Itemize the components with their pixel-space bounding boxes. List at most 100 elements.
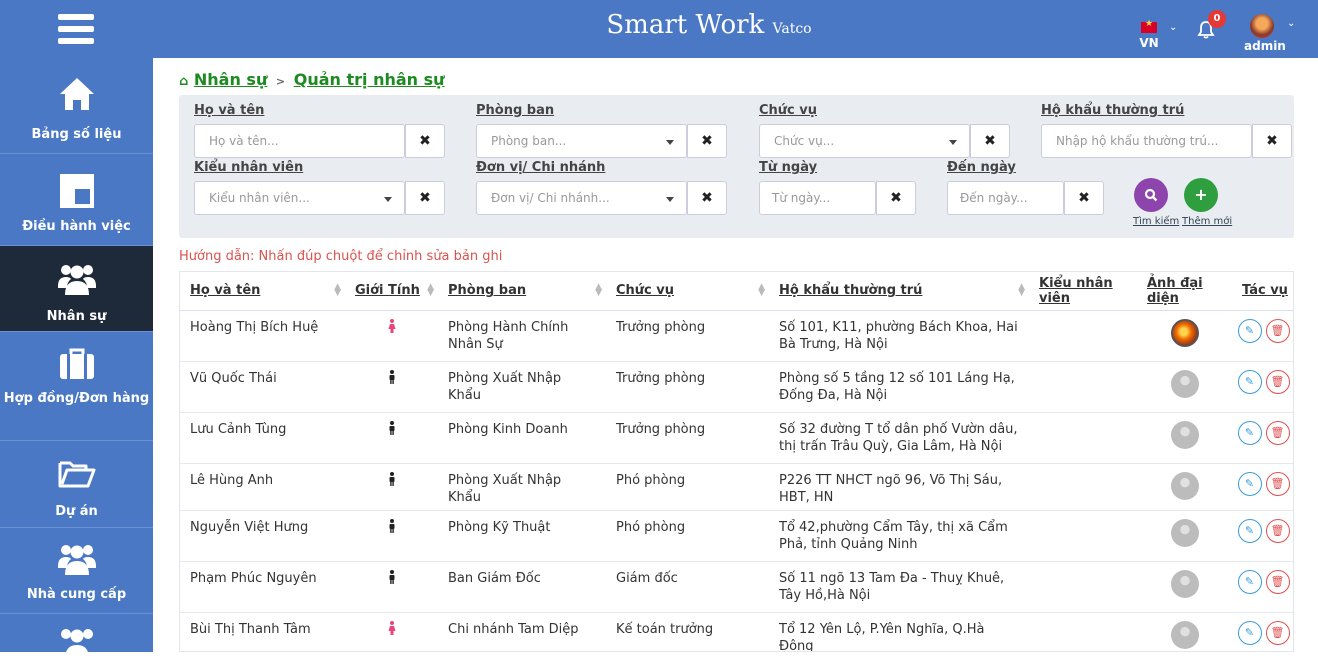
add-new-button[interactable]: + xyxy=(1184,178,1218,212)
clear-residence-button[interactable]: ✖ xyxy=(1252,124,1292,158)
edit-button[interactable]: ✎ xyxy=(1237,369,1262,394)
female-icon xyxy=(388,318,395,333)
chevron-down-icon[interactable]: ⌄ xyxy=(1169,22,1177,33)
column-header-position[interactable]: Chức vụ ▲ ▼ xyxy=(606,272,769,311)
edit-button[interactable]: ✎ xyxy=(1237,518,1262,543)
cell-name: Hoàng Thị Bích Huệ xyxy=(180,310,345,362)
delete-button[interactable]: 🗑 xyxy=(1265,420,1290,445)
language-selector[interactable]: VN xyxy=(1138,19,1160,50)
cell-avatar xyxy=(1137,510,1232,562)
table-row[interactable]: Lê Hùng Anh Phòng Xuất Nhập Khẩu Phó phòng… xyxy=(180,463,1293,511)
filter-branch-select[interactable]: Đơn vị/ Chi nhánh... xyxy=(476,181,687,215)
avatar[interactable] xyxy=(1170,569,1199,598)
table-header-row: Họ và tên ▲ ▼ Giới Tính ▲ ▼ Phòng ban ▲ ▼ Chức… xyxy=(180,272,1293,311)
clear-emp-type-button[interactable]: ✖ xyxy=(405,181,445,215)
sidebar-item-label: Hợp đồng/Đơn hàng xyxy=(3,391,150,406)
column-header-department[interactable]: Phòng ban ▲ ▼ xyxy=(438,272,606,311)
plus-icon: + xyxy=(1194,185,1208,204)
column-header-name[interactable]: Họ và tên ▲ ▼ xyxy=(180,272,345,311)
sidebar-item-dashboard[interactable]: Bảng số liệu xyxy=(0,58,153,154)
cell-department: Phòng Xuất Nhập Khẩu xyxy=(438,463,606,511)
sidebar-item-more[interactable] xyxy=(0,614,153,659)
sidebar-item-contracts[interactable]: Hợp đồng/Đơn hàng xyxy=(0,332,153,441)
cell-position: Kế toán trưởng xyxy=(606,612,769,651)
filter-from-date-input[interactable]: Từ ngày... xyxy=(759,181,876,215)
cell-name: Nguyễn Việt Hưng xyxy=(180,510,345,562)
clear-position-button[interactable]: ✖ xyxy=(970,124,1010,158)
trash-icon: 🗑 xyxy=(1270,523,1285,537)
clear-branch-button[interactable]: ✖ xyxy=(687,181,727,215)
cell-avatar xyxy=(1137,463,1232,511)
clear-department-button[interactable]: ✖ xyxy=(687,124,727,158)
avatar[interactable] xyxy=(1170,369,1199,398)
edit-button[interactable]: ✎ xyxy=(1237,420,1262,445)
edit-icon: ✎ xyxy=(1244,425,1255,439)
cell-gender xyxy=(345,310,438,362)
filter-to-date-input[interactable]: Đến ngày... xyxy=(947,181,1064,215)
cell-emp-type xyxy=(1029,361,1137,413)
cell-gender xyxy=(345,561,438,613)
clear-name-button[interactable]: ✖ xyxy=(405,124,445,158)
edit-button[interactable]: ✎ xyxy=(1237,569,1262,594)
sidebar-item-tasks[interactable]: Điều hành việc xyxy=(0,154,153,246)
male-icon xyxy=(389,420,394,435)
clear-to-date-button[interactable]: ✖ xyxy=(1064,181,1104,215)
employee-table: Họ và tên ▲ ▼ Giới Tính ▲ ▼ Phòng ban ▲ ▼ Chức… xyxy=(179,271,1294,652)
filter-emp-type-select[interactable]: Kiểu nhân viên... xyxy=(194,181,405,215)
table-row[interactable]: Vũ Quốc Thái Phòng Xuất Nhập Khẩu Trưởng p… xyxy=(180,361,1293,413)
filter-name-input[interactable]: Họ và tên... xyxy=(194,124,405,158)
delete-button[interactable]: 🗑 xyxy=(1265,518,1290,543)
edit-button[interactable]: ✎ xyxy=(1237,620,1262,645)
table-row[interactable]: Lưu Cảnh Tùng Phòng Kinh Doanh Trưởng phòn… xyxy=(180,412,1293,464)
avatar[interactable] xyxy=(1170,318,1199,347)
edit-button[interactable]: ✎ xyxy=(1237,318,1262,343)
filter-residence-label: Hộ khẩu thường trú xyxy=(1041,103,1185,118)
breadcrumb: ⌂ Nhân sự > Quản trị nhân sự xyxy=(179,70,445,89)
edit-icon: ✎ xyxy=(1244,523,1255,537)
search-button[interactable] xyxy=(1134,178,1168,212)
table-row[interactable]: Phạm Phúc Nguyên Ban Giám Đốc Giám đốc Số 1… xyxy=(180,561,1293,613)
sidebar-item-label: Điều hành việc xyxy=(22,219,131,234)
add-new-button-label[interactable]: Thêm mới xyxy=(1182,216,1232,227)
table-row[interactable]: Nguyễn Việt Hưng Phòng Kỹ Thuật Phó phòng T… xyxy=(180,510,1293,562)
column-header-emp-type[interactable]: Kiểu nhân viên xyxy=(1029,272,1137,311)
user-menu-chevron-icon[interactable]: ⌄ xyxy=(1287,18,1295,29)
delete-button[interactable]: 🗑 xyxy=(1265,569,1290,594)
trash-icon: 🗑 xyxy=(1270,574,1285,588)
table-row[interactable]: Bùi Thị Thanh Tâm Chi nhánh Tam Diệp Kế to… xyxy=(180,612,1293,651)
male-icon xyxy=(389,518,394,533)
vietnam-flag-icon xyxy=(1141,19,1157,33)
sidebar-item-projects[interactable]: Dự án xyxy=(0,441,153,528)
sidebar-item-hr[interactable]: Nhân sự xyxy=(0,246,153,332)
branch-placeholder: Đơn vị/ Chi nhánh... xyxy=(491,191,610,205)
table-row[interactable]: Hoàng Thị Bích Huệ Phòng Hành Chính Nhân … xyxy=(180,310,1293,362)
search-button-label[interactable]: Tìm kiếm xyxy=(1133,216,1179,227)
avatar[interactable] xyxy=(1170,620,1199,649)
delete-button[interactable]: 🗑 xyxy=(1265,620,1290,645)
clear-from-date-button[interactable]: ✖ xyxy=(876,181,916,215)
column-header-residence[interactable]: Hộ khẩu thường trú ▲ ▼ xyxy=(769,272,1029,311)
breadcrumb-link-hr[interactable]: Nhân sự xyxy=(194,70,267,89)
column-header-gender[interactable]: Giới Tính ▲ ▼ xyxy=(345,272,438,311)
cell-department: Phòng Kỹ Thuật xyxy=(438,510,606,562)
cell-gender xyxy=(345,361,438,413)
breadcrumb-current[interactable]: Quản trị nhân sự xyxy=(294,70,445,89)
breadcrumb-separator: > xyxy=(275,75,286,88)
avatar[interactable] xyxy=(1170,420,1199,449)
cell-name: Lê Hùng Anh xyxy=(180,463,345,511)
user-avatar[interactable] xyxy=(1250,14,1274,38)
delete-button[interactable]: 🗑 xyxy=(1265,369,1290,394)
home-icon xyxy=(59,78,94,110)
edit-button[interactable]: ✎ xyxy=(1237,471,1262,496)
filter-position-select[interactable]: Chức vụ... xyxy=(759,124,970,158)
filter-residence-input[interactable]: Nhập hộ khẩu thường trú... xyxy=(1041,124,1252,158)
sidebar-item-suppliers[interactable]: Nhà cung cấp xyxy=(0,528,153,614)
delete-button[interactable]: 🗑 xyxy=(1265,471,1290,496)
delete-button[interactable]: 🗑 xyxy=(1265,318,1290,343)
avatar[interactable] xyxy=(1170,471,1199,500)
brand-sub: Vatco xyxy=(772,21,812,37)
filter-to-date-label: Đến ngày xyxy=(947,160,1016,175)
cell-emp-type xyxy=(1029,310,1137,362)
avatar[interactable] xyxy=(1170,518,1199,547)
filter-department-select[interactable]: Phòng ban... xyxy=(476,124,687,158)
